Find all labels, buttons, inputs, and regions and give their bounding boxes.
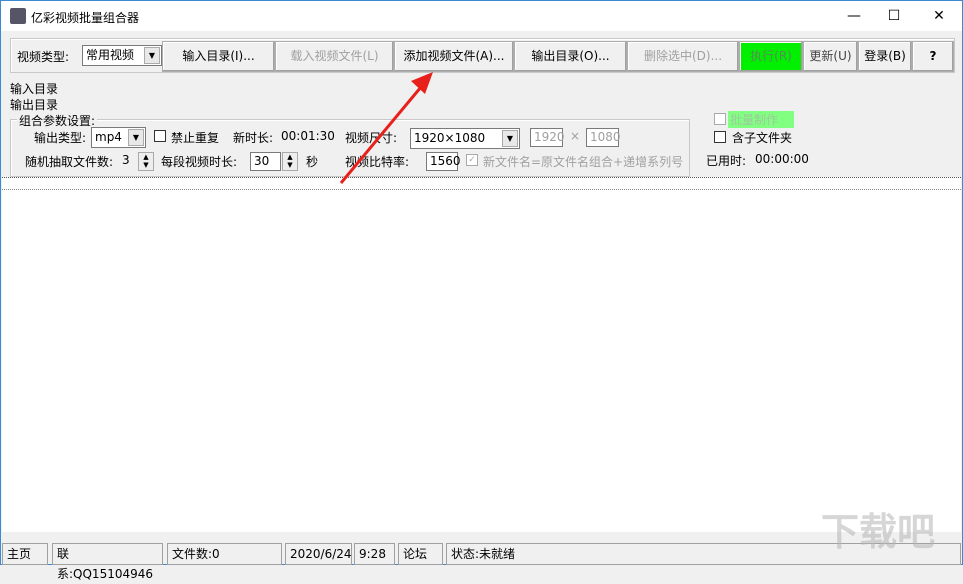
status-contact: 联系:QQ15104946 [52, 543, 163, 581]
watermark: 下载吧 [821, 510, 936, 554]
status-file-count: 文件数:0 [167, 543, 282, 565]
annotation-arrow [339, 72, 433, 184]
status-forum[interactable]: 论坛 [398, 543, 443, 565]
status-date: 2020/6/24 [285, 543, 352, 565]
status-home[interactable]: 主页 [2, 543, 48, 565]
status-time: 9:28 [354, 543, 395, 565]
